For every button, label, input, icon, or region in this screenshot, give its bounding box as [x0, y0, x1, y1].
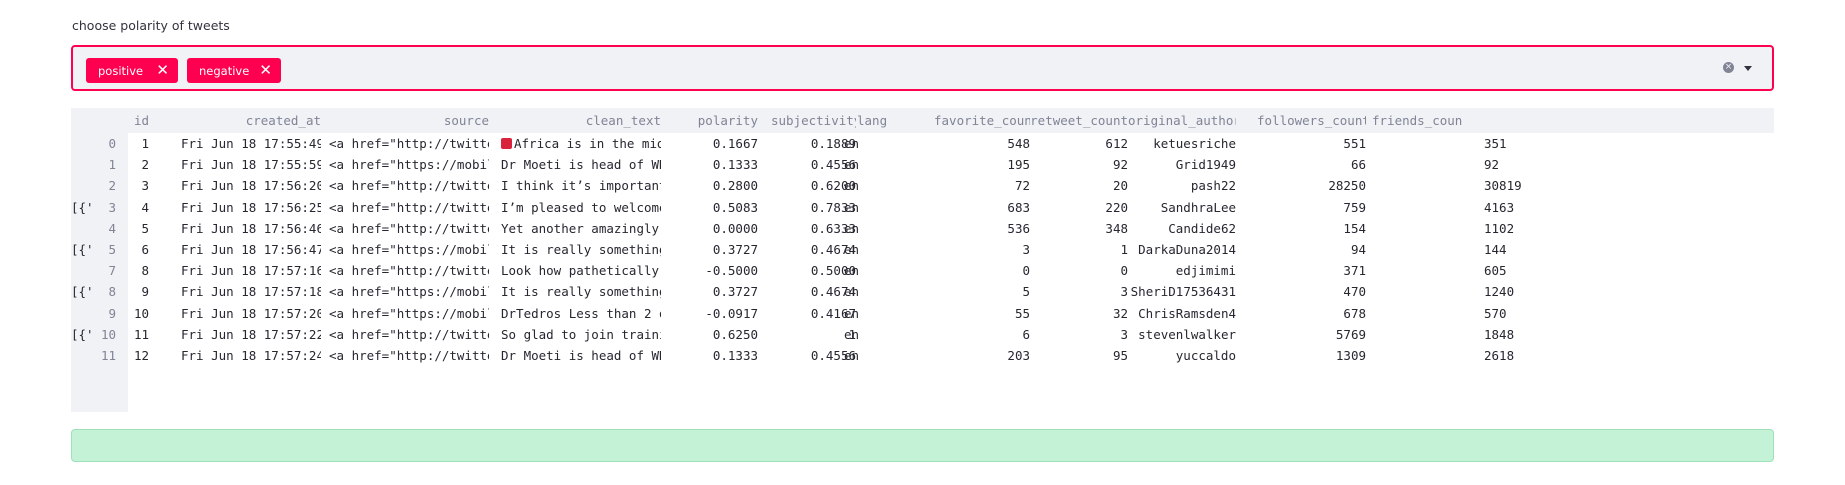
column-header-original_author[interactable]: original_author	[1128, 108, 1236, 133]
table-row[interactable]: 11 12 Fri Jun 18 17:57:24 +0… <a href="http…	[71, 345, 1774, 366]
alarm-icon	[501, 138, 512, 149]
table-cell[interactable]: 203	[934, 343, 1030, 368]
table-row[interactable]: 78Fri Jun 18 17:57:16 +0…<a href="http:/…	[71, 260, 1774, 281]
column-header-created_at[interactable]: created_at	[181, 108, 321, 133]
chevron-down-icon[interactable]	[1744, 66, 1752, 71]
column-header-retweet_count[interactable]: retweet_count	[1027, 108, 1128, 133]
table-cell[interactable]: Fri Jun 18 17:57:24 +0…	[181, 343, 321, 368]
table-row[interactable]: 1011Fri Jun 18 17:57:22 +0…<a href="http…	[71, 324, 1774, 345]
tag-label: negative	[199, 63, 250, 78]
close-icon[interactable]: ✕	[259, 61, 272, 79]
column-header-friends_count[interactable]: friends_count	[1372, 108, 1462, 133]
table-header	[71, 108, 1774, 133]
clear-all-icon[interactable]: ×	[1723, 62, 1734, 73]
table-cell[interactable]: 12	[128, 343, 149, 368]
table-row[interactable]: 89Fri Jun 18 17:57:18 +0…<a href="https:…	[71, 281, 1774, 302]
column-header-id[interactable]: id	[128, 108, 149, 133]
tag-negative: negative ✕	[187, 58, 281, 83]
table-cell[interactable]: en	[844, 343, 894, 368]
cell-text: Africa is in the mid…	[514, 136, 661, 151]
table-cell[interactable]: yuccaldo	[1128, 343, 1236, 368]
table-row[interactable]: 910Fri Jun 18 17:57:20 +0…<a href="https…	[71, 303, 1774, 324]
column-header-followers_count[interactable]: followers_count	[1257, 108, 1366, 133]
table-cell[interactable]: <a href="http://twitte…	[329, 343, 489, 368]
table-cell[interactable]: 0.1333	[668, 343, 758, 368]
polarity-multiselect[interactable]: positive ✕ negative ✕ ×	[71, 45, 1774, 91]
column-header-clean_text[interactable]: clean_text	[501, 108, 661, 133]
column-header-lang[interactable]: lang	[857, 108, 907, 133]
success-alert	[71, 429, 1774, 462]
column-header-source[interactable]: source	[329, 108, 489, 133]
table-row[interactable]: 23Fri Jun 18 17:56:20 +0…<a href="http:/…	[71, 175, 1774, 196]
column-header-favorite_count[interactable]: favorite_count	[934, 108, 1030, 133]
table-cell[interactable]: 2618	[1484, 343, 1574, 368]
table-cell[interactable]: 1309	[1257, 343, 1366, 368]
close-icon[interactable]: ✕	[156, 61, 169, 79]
dataframe-table[interactable]: id created_at source clean_text polarity subj…	[71, 108, 1774, 412]
table-cell[interactable]: Dr Moeti is head of WH…	[501, 343, 661, 368]
column-header-polarity[interactable]: polarity	[668, 108, 758, 133]
table-row[interactable]: 12Fri Jun 18 17:55:59 +0…<a href="https:…	[71, 154, 1774, 175]
table-row[interactable]: 34Fri Jun 18 17:56:25 +0…<a href="http:/…	[71, 197, 1774, 218]
table-row[interactable]: 45Fri Jun 18 17:56:46 +0…<a href="http:/…	[71, 218, 1774, 239]
multiselect-label: choose polarity of tweets	[72, 18, 230, 33]
table-row[interactable]: 56Fri Jun 18 17:56:47 +0…<a href="https:…	[71, 239, 1774, 260]
table-cell[interactable]: 95	[1027, 343, 1128, 368]
column-header-subjectivity[interactable]: subjectivity	[771, 108, 856, 133]
tag-positive: positive ✕	[86, 58, 178, 83]
row-index: 11	[100, 348, 116, 363]
tag-label: positive	[98, 63, 144, 78]
table-row[interactable]: 01Fri Jun 18 17:55:49 +0…<a href="http:/…	[71, 133, 1774, 154]
